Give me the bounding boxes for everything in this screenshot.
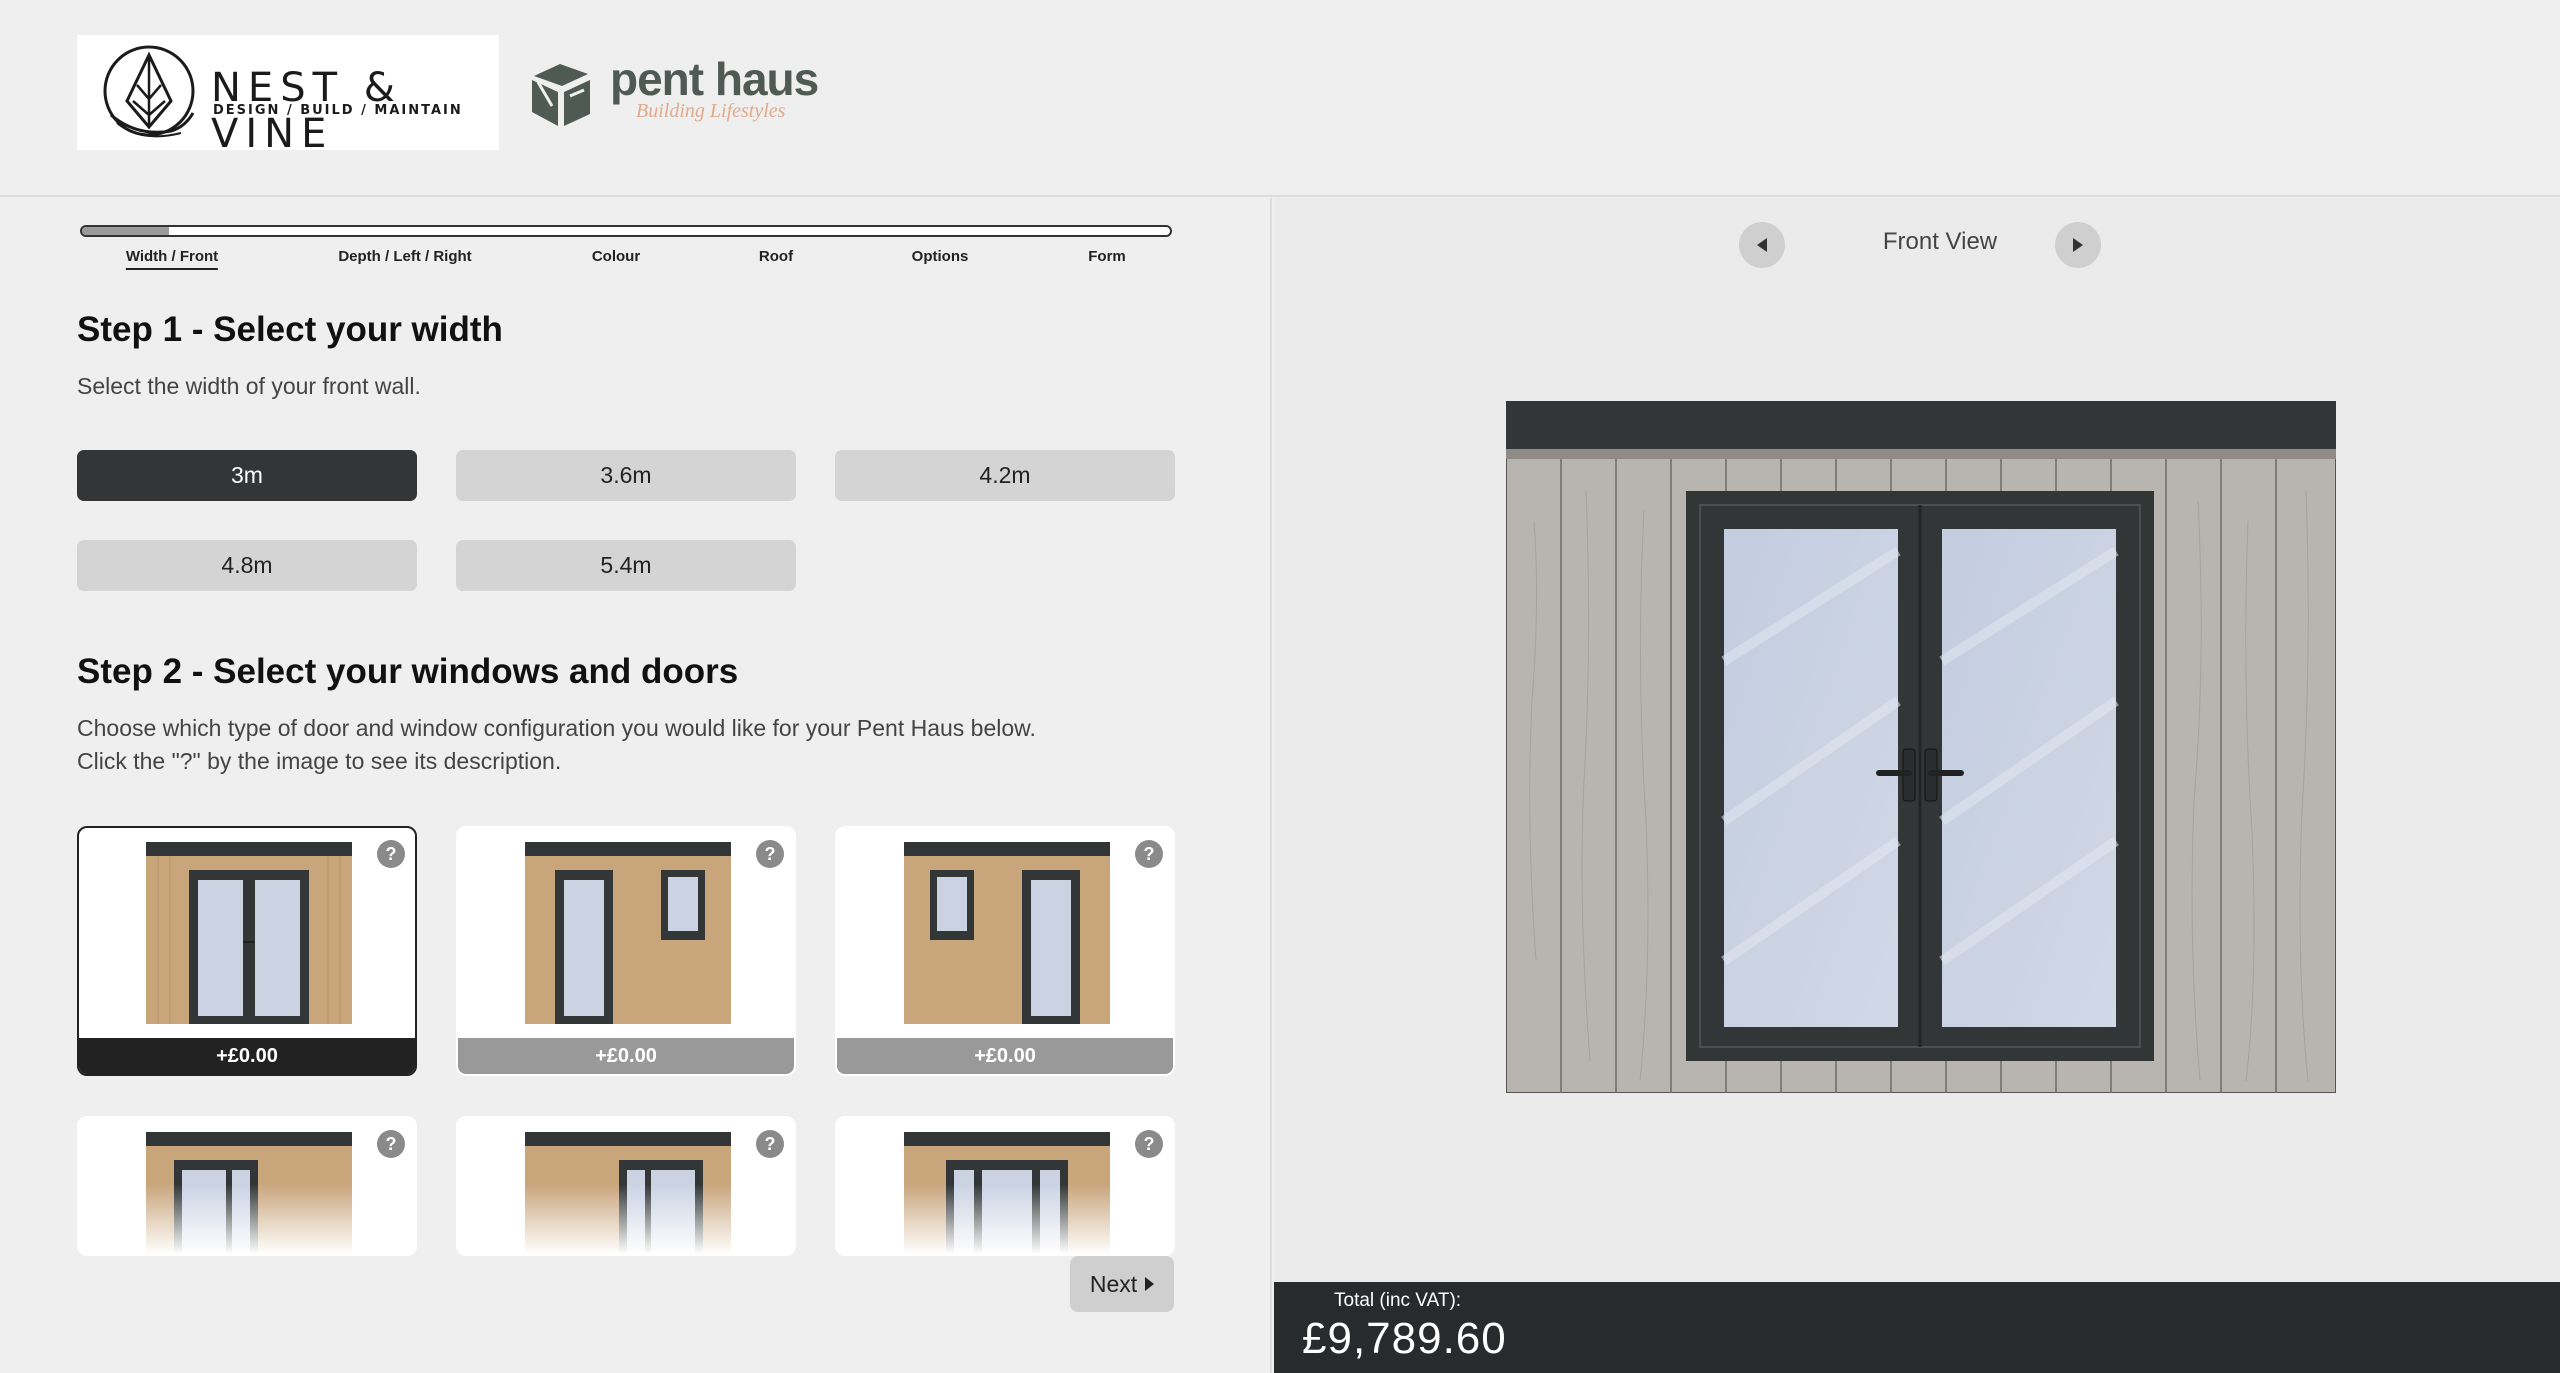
- pent-haus-tagline: Building Lifestyles: [636, 100, 786, 122]
- door-option-price: +£0.00: [837, 1038, 1173, 1074]
- card-fade: [458, 1184, 794, 1254]
- step2-description-line1: Choose which type of door and window con…: [77, 715, 1036, 741]
- configurator-panel: Width / Front Depth / Left / Right Colou…: [0, 198, 1272, 1373]
- triangle-left-icon: [1757, 238, 1767, 252]
- question-icon[interactable]: ?: [377, 1130, 405, 1158]
- next-view-button[interactable]: [2055, 222, 2101, 268]
- door-window-right-thumbnail: [525, 842, 731, 1024]
- previous-view-button[interactable]: [1739, 222, 1785, 268]
- question-icon[interactable]: ?: [756, 1130, 784, 1158]
- step-tab-colour[interactable]: Colour: [592, 248, 640, 268]
- door-option-double-door[interactable]: ? +£0.00: [77, 826, 417, 1076]
- question-icon[interactable]: ?: [756, 840, 784, 868]
- progress-bar: [80, 225, 1172, 237]
- progress-bar-fill: [82, 227, 170, 235]
- nest-vine-logo[interactable]: NEST & VINE DESIGN / BUILD / MAINTAIN: [77, 35, 499, 157]
- step2-description-line2: Click the "?" by the image to see its de…: [77, 748, 562, 774]
- width-option-3-6m[interactable]: 3.6m: [456, 450, 796, 501]
- step1-description: Select the width of your front wall.: [77, 373, 421, 399]
- step2-title: Step 2 - Select your windows and doors: [77, 652, 739, 691]
- card-fade: [837, 1184, 1173, 1254]
- double-door-thumbnail: [146, 842, 352, 1024]
- total-label: Total (inc VAT):: [1334, 1290, 1462, 1311]
- pent-haus-logo[interactable]: pent haus Building Lifestyles: [530, 53, 820, 136]
- window-door-right-thumbnail: [904, 842, 1110, 1024]
- total-price-bar: Total (inc VAT): £9,789.60: [1274, 1282, 2560, 1373]
- card-fade: [79, 1184, 415, 1254]
- pent-haus-wordmark: pent haus: [610, 53, 819, 105]
- next-button-label: Next: [1089, 1270, 1138, 1297]
- pent-haus-cube-icon: [532, 64, 590, 126]
- door-option-triple-door[interactable]: ?: [835, 1116, 1175, 1256]
- triangle-right-icon: [2073, 238, 2083, 252]
- door-option-window-door-right[interactable]: ? +£0.00: [835, 826, 1175, 1076]
- nest-vine-tagline: DESIGN / BUILD / MAINTAIN: [213, 103, 463, 118]
- door-option-price: +£0.00: [79, 1038, 415, 1074]
- step1-title: Step 1 - Select your width: [77, 310, 503, 349]
- door-option-single-door-right[interactable]: ?: [456, 1116, 796, 1256]
- door-option-single-door-left[interactable]: ?: [77, 1116, 417, 1256]
- preview-panel: Front View Total (inc VAT): £9,789.60: [1274, 198, 2560, 1373]
- step-tab-form[interactable]: Form: [1088, 248, 1126, 268]
- door-option-price: +£0.00: [458, 1038, 794, 1074]
- width-option-4-2m[interactable]: 4.2m: [835, 450, 1175, 501]
- view-label: Front View: [1882, 228, 1998, 255]
- door-option-door-window-right[interactable]: ? +£0.00: [456, 826, 796, 1076]
- question-icon[interactable]: ?: [377, 840, 405, 868]
- width-option-3m[interactable]: 3m: [77, 450, 417, 501]
- nest-vine-leaf-icon: [103, 45, 195, 138]
- total-value: £9,789.60: [1302, 1314, 1507, 1363]
- triangle-right-icon: [1145, 1277, 1155, 1291]
- step-tab-depth[interactable]: Depth / Left / Right: [338, 248, 471, 268]
- step-tab-options[interactable]: Options: [912, 248, 969, 268]
- next-button[interactable]: Next: [1070, 1256, 1174, 1312]
- step-tab-width-front[interactable]: Width / Front: [125, 248, 219, 270]
- width-option-4-8m[interactable]: 4.8m: [77, 540, 417, 591]
- width-option-5-4m[interactable]: 5.4m: [456, 540, 796, 591]
- step-tab-roof[interactable]: Roof: [759, 248, 793, 268]
- question-icon[interactable]: ?: [1135, 1130, 1163, 1158]
- question-icon[interactable]: ?: [1135, 840, 1163, 868]
- site-header: NEST & VINE DESIGN / BUILD / MAINTAIN pe…: [0, 0, 2560, 197]
- front-view-render: [1506, 401, 2336, 1093]
